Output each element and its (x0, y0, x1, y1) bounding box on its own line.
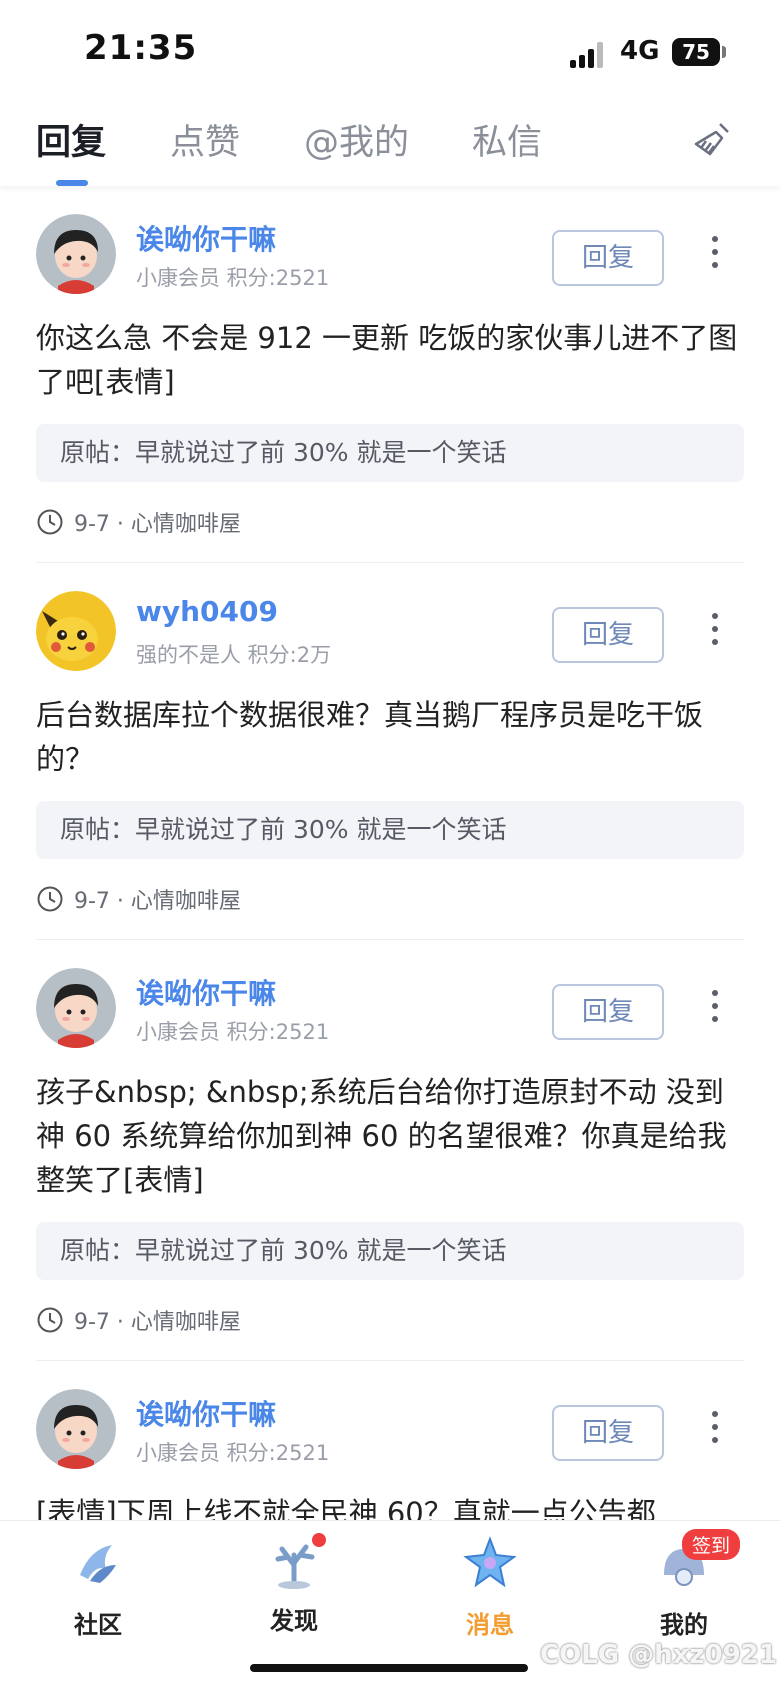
more-options-icon[interactable] (712, 990, 720, 1026)
author-name[interactable]: 诶呦你干嘛 (136, 972, 276, 1012)
community-icon (80, 1545, 116, 1583)
clock-icon (37, 1307, 63, 1333)
boy-avatar-icon[interactable] (36, 1389, 116, 1469)
author-meta: 强的不是人 积分:2万 (136, 643, 332, 667)
more-options-icon[interactable] (712, 613, 720, 649)
author-name[interactable]: 诶呦你干嘛 (136, 1393, 276, 1433)
reply-button[interactable]: 回复 (552, 607, 664, 663)
reply-time-forum: 9-7 · 心情咖啡屋 (74, 1310, 241, 1335)
reply-button[interactable]: 回复 (552, 984, 664, 1040)
battery-icon: 75 (672, 38, 720, 66)
reply-time-forum: 9-7 · 心情咖啡屋 (74, 512, 241, 537)
message-tabs: 回复 点赞 @我的 私信 (0, 100, 780, 186)
reply-footer: 9-7 · 心情咖啡屋 (36, 504, 744, 540)
author-meta: 小康会员 积分:2521 (136, 1441, 330, 1465)
network-type: 4G (620, 36, 660, 66)
reply-content: 你这么急 不会是 912 一更新 吃饭的家伙事儿进不了图了吧[表情] (36, 321, 738, 399)
notification-dot (312, 1533, 326, 1547)
nav-discover[interactable]: 发现 (224, 1533, 364, 1636)
status-time: 21:35 (84, 28, 198, 68)
tab-mentions[interactable]: @我的 (304, 114, 409, 165)
clock-icon (37, 509, 63, 535)
boy-avatar-icon[interactable] (36, 968, 116, 1048)
sign-in-badge[interactable]: 签到 (682, 1529, 741, 1560)
signal-icon (570, 40, 610, 68)
reply-button[interactable]: 回复 (552, 1405, 664, 1461)
message-icon (463, 1536, 517, 1588)
pikachu-avatar-icon[interactable] (36, 591, 116, 671)
boy-avatar-icon[interactable] (36, 214, 116, 294)
nav-messages[interactable]: 消息 (420, 1535, 560, 1640)
author-meta: 小康会员 积分:2521 (136, 1020, 330, 1044)
reply-time-forum: 9-7 · 心情咖啡屋 (74, 889, 241, 914)
reply-button[interactable]: 回复 (552, 230, 664, 286)
reply-content: 后台数据库拉个数据很难？真当鹅厂程序员是吃干饭的？ (36, 698, 704, 776)
reply-item[interactable]: 诶呦你干嘛 小康会员 积分:2521 回复 孩子&nbsp; &nbsp;系统后… (36, 939, 744, 1360)
nav-community[interactable]: 社区 (28, 1535, 168, 1640)
reply-footer: 9-7 · 心情咖啡屋 (36, 881, 744, 917)
status-bar: 21:35 4G 75 (0, 0, 780, 100)
nav-label: 社区 (74, 1611, 122, 1639)
original-post-quote[interactable]: 原帖：早就说过了前 30% 就是一个笑话 (36, 1222, 744, 1280)
tab-likes[interactable]: 点赞 (170, 114, 240, 165)
home-indicator (250, 1664, 528, 1672)
author-name[interactable]: wyh0409 (136, 595, 278, 628)
tab-reply[interactable]: 回复 (36, 114, 106, 165)
watermark: COLG @hxz0921 (540, 1640, 777, 1670)
reply-content: 孩子&nbsp; &nbsp;系统后台给你打造原封不动 没到神 60 系统算给你… (36, 1075, 727, 1197)
original-post-quote[interactable]: 原帖：早就说过了前 30% 就是一个笑话 (36, 801, 744, 859)
author-name[interactable]: 诶呦你干嘛 (136, 218, 276, 258)
reply-item[interactable]: wyh0409 强的不是人 积分:2万 回复 后台数据库拉个数据很难？真当鹅厂程… (36, 562, 744, 939)
original-post-quote[interactable]: 原帖：早就说过了前 30% 就是一个笑话 (36, 424, 744, 482)
battery-nub (722, 46, 726, 58)
more-options-icon[interactable] (712, 236, 720, 272)
reply-item[interactable]: 诶呦你干嘛 小康会员 积分:2521 回复 你这么急 不会是 912 一更新 吃… (0, 186, 780, 562)
author-meta: 小康会员 积分:2521 (136, 266, 330, 290)
reply-feed: 诶呦你干嘛 小康会员 积分:2521 回复 你这么急 不会是 912 一更新 吃… (0, 186, 780, 1520)
tab-private-messages[interactable]: 私信 (472, 114, 542, 165)
reply-item[interactable]: 诶呦你干嘛 小康会员 积分:2521 回复 [表情]下周上线不就全民神 60？真… (36, 1360, 744, 1520)
more-options-icon[interactable] (712, 1411, 720, 1447)
reply-footer: 9-7 · 心情咖啡屋 (36, 1302, 744, 1338)
nav-label: 我的 (660, 1611, 708, 1639)
clock-icon (37, 886, 63, 912)
nav-label: 消息 (466, 1611, 514, 1639)
clear-broom-icon[interactable] (690, 118, 734, 162)
nav-label: 发现 (270, 1607, 318, 1635)
reply-content: [表情]下周上线不就全民神 60？真就一点公告都 (36, 1496, 656, 1520)
